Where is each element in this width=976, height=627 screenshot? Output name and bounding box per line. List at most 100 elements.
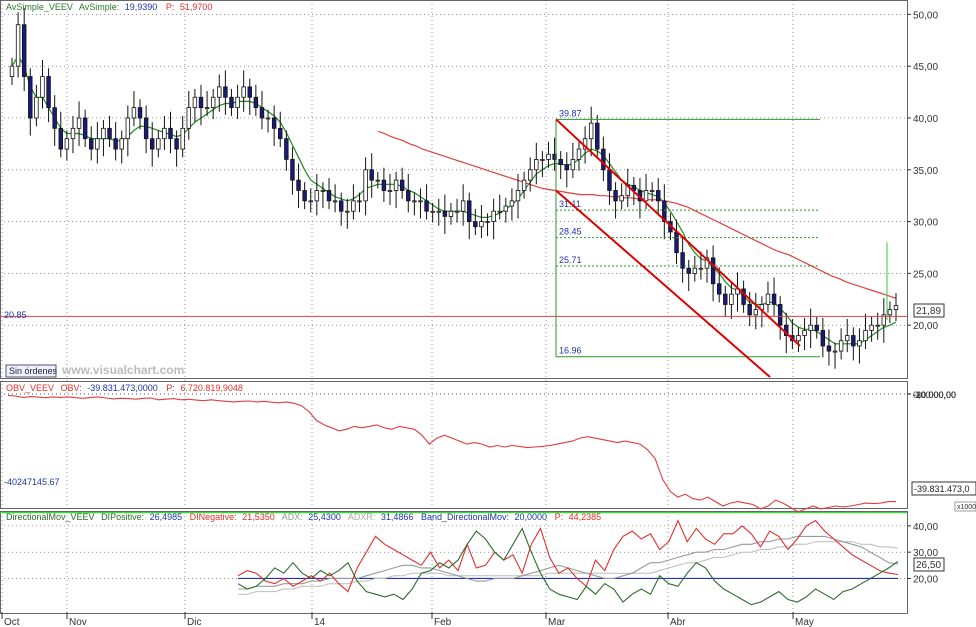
dmi-y-tick-label: 40,00 — [913, 522, 938, 533]
candle-up — [863, 329, 868, 342]
candle-up — [838, 340, 844, 352]
candle-up — [241, 86, 246, 98]
candle-down — [338, 200, 344, 212]
candle-up — [186, 107, 192, 129]
price-y-tick-label: 40,00 — [913, 114, 938, 125]
candle-up — [101, 127, 106, 140]
candle-up — [393, 179, 399, 191]
candle-up — [845, 335, 850, 342]
candle-down — [820, 329, 826, 347]
candle-up — [875, 324, 880, 327]
orders-button-label: Sin órdenes — [9, 366, 58, 376]
candle-up — [729, 293, 734, 305]
watermark: www.visualchart.com — [61, 363, 184, 377]
candle-up — [540, 159, 545, 161]
candle-up — [131, 107, 137, 119]
panel1-series-name: AvSimple_VEEV — [6, 2, 73, 12]
candle-up — [9, 65, 15, 77]
candle-up — [162, 127, 167, 140]
candle-up — [570, 159, 576, 171]
candle-up — [765, 293, 771, 305]
price-panel-frame — [0, 0, 908, 379]
candle-up — [802, 329, 807, 336]
candle-down — [399, 179, 405, 191]
candle-down — [686, 267, 691, 274]
candle-down — [424, 200, 429, 212]
candle-up — [796, 335, 801, 342]
candle-up — [15, 24, 21, 67]
x-tick-label: 14 — [314, 617, 326, 627]
candle-down — [558, 159, 563, 165]
candle-down — [473, 221, 478, 228]
candle-up — [345, 210, 350, 213]
candle-up — [314, 190, 320, 202]
candle-down — [21, 24, 27, 77]
panel1-s2-value: 51,9700 — [180, 2, 213, 12]
candle-down — [89, 138, 94, 150]
price-y-tick-label: 45,00 — [913, 62, 938, 73]
candle-up — [210, 96, 216, 109]
candle-up — [418, 200, 423, 203]
candle-up — [375, 179, 381, 182]
candle-up — [387, 190, 393, 192]
candle-down — [326, 190, 332, 202]
panel3-s4-label: ADXR: — [348, 512, 376, 522]
dmi-y-axis: 40,0030,0020,00 — [907, 522, 938, 585]
price-y-tick-label: 35,00 — [913, 166, 938, 177]
obv-hline-label: -40247145.67 — [4, 477, 60, 487]
candle-up — [95, 138, 100, 150]
candle-up — [204, 107, 210, 110]
panel3-s1-label: DIPositive: — [101, 512, 144, 522]
candle-up — [527, 169, 533, 181]
candle-up — [698, 267, 704, 270]
candle-up — [412, 200, 417, 203]
panel2-s1-label: OBV: — [61, 383, 82, 393]
candle-up — [217, 86, 222, 98]
candle-up — [363, 169, 368, 202]
candle-down — [595, 122, 600, 150]
candle-up — [320, 190, 326, 192]
panel3-s5-value: 20,0000 — [515, 512, 548, 522]
candle-down — [259, 107, 265, 119]
candle-up — [351, 200, 356, 212]
candle-down — [229, 96, 234, 109]
fib-level-label: 39.87 — [559, 108, 582, 118]
panel3-s4-value: 31,4866 — [381, 512, 414, 522]
orders-button[interactable]: Sin órdenes — [5, 364, 58, 378]
chart-canvas: 39.87 31.11 28.45 25.71 16.96 AvSimple_VEEV … — [0, 0, 976, 627]
panel2-s2-label: P: — [166, 383, 175, 393]
candle-down — [674, 231, 679, 254]
candle-up — [64, 138, 70, 150]
panel1-s2-label: P: — [166, 2, 175, 12]
x-tick-label: Abr — [670, 617, 686, 627]
candle-up — [70, 127, 76, 140]
candle-down — [406, 190, 411, 202]
candle-up — [857, 340, 862, 347]
panel3-s3-label: ADX: — [282, 512, 303, 522]
candle-up — [448, 210, 454, 217]
panel2-header: OBV_VEEV OBV: -39.831.473,0000 P: 6.720.… — [6, 383, 243, 393]
candle-down — [253, 96, 259, 109]
obv-scale-badge: x1000 — [954, 501, 976, 512]
panel3-s3-value: 25,4300 — [308, 512, 341, 522]
candle-down — [174, 138, 179, 150]
candle-down — [381, 179, 387, 191]
candle-down — [271, 117, 277, 129]
fib-level-label: 16.96 — [559, 346, 582, 356]
price-value-box: 21,89 — [913, 303, 945, 318]
candle-down — [656, 190, 661, 202]
x-tick-label: Oct — [4, 617, 20, 627]
price-y-axis: 50,00 45,00 40,00 35,00 30,00 25,00 20,00 — [907, 10, 938, 332]
fib-level-label: 28.45 — [559, 227, 582, 237]
candle-up — [515, 190, 521, 202]
panel3-s6-value: 44,2385 — [569, 512, 602, 522]
obv-scale-text: x1000 — [957, 504, 976, 511]
panel1-header: AvSimple_VEEV AvSimple: 19,9390 P: 51,97… — [6, 2, 212, 12]
candle-down — [113, 138, 118, 150]
candle-down — [826, 345, 832, 352]
obv-value-text: -39.831.473,0 — [914, 484, 970, 494]
candle-up — [308, 200, 313, 203]
dmi-value-box: 26,50 — [913, 557, 945, 572]
candle-down — [290, 159, 295, 181]
panel3-s5-label: Band_DirectionalMov: — [421, 512, 509, 522]
